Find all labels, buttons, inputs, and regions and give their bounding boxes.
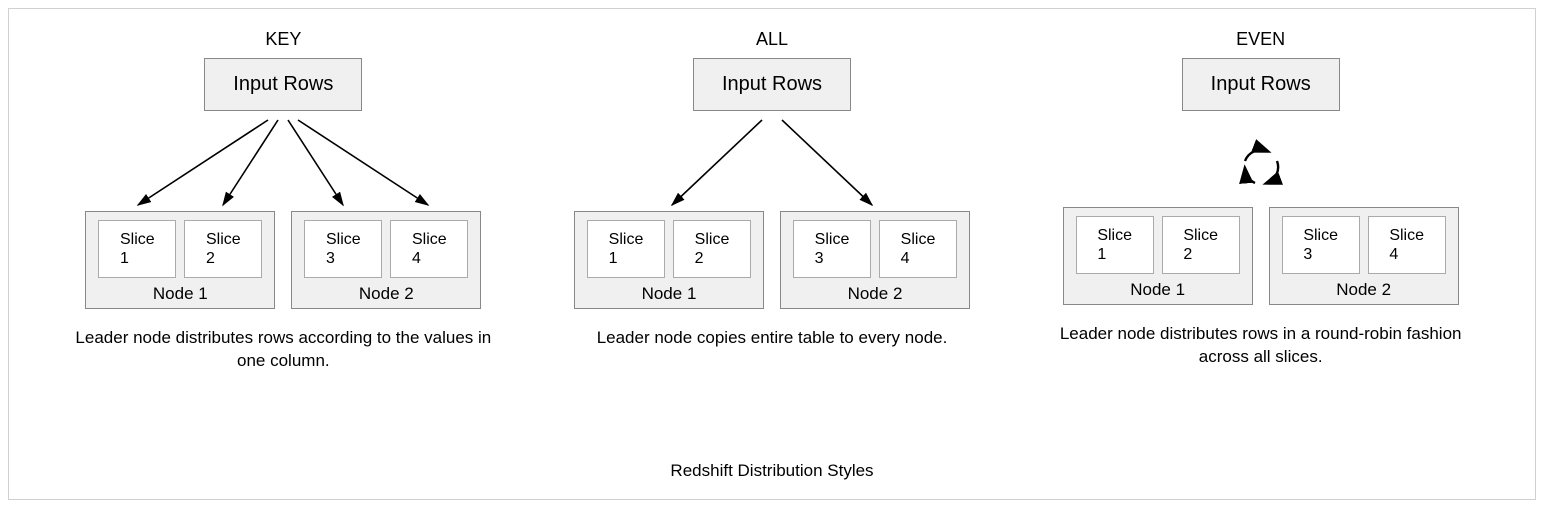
- node-label: Node 2: [848, 284, 903, 304]
- slice-box: Slice2: [1162, 216, 1240, 274]
- slice-box: Slice1: [1076, 216, 1154, 274]
- column-description: Leader node copies entire table to every…: [597, 327, 948, 350]
- node-label: Node 1: [642, 284, 697, 304]
- column-title: KEY: [265, 29, 301, 50]
- column-title: EVEN: [1236, 29, 1285, 50]
- slice-box: Slice1: [98, 220, 176, 278]
- slices-row: Slice1 Slice2: [94, 220, 266, 278]
- slices-row: Slice1 Slice2: [583, 220, 755, 278]
- slice-box: Slice2: [184, 220, 262, 278]
- nodes-row: Slice1 Slice2 Node 1 Slice3 Slice4 Node …: [574, 211, 970, 309]
- node-label: Node 1: [153, 284, 208, 304]
- column-description: Leader node distributes rows in a round-…: [1051, 323, 1471, 369]
- slice-box: Slice3: [304, 220, 382, 278]
- column-description: Leader node distributes rows according t…: [73, 327, 493, 373]
- node-box-2: Slice3 Slice4 Node 2: [1269, 207, 1459, 305]
- node-label: Node 2: [1336, 280, 1391, 300]
- node-box-1: Slice1 Slice2 Node 1: [574, 211, 764, 309]
- arrows-key: [83, 115, 483, 215]
- slices-row: Slice3 Slice4: [789, 220, 961, 278]
- node-box-2: Slice3 Slice4 Node 2: [780, 211, 970, 309]
- slices-row: Slice3 Slice4: [300, 220, 472, 278]
- slice-box: Slice2: [673, 220, 751, 278]
- column-even: EVEN Input Rows Slice1 Sl: [1016, 29, 1505, 373]
- slice-box: Slice4: [390, 220, 468, 278]
- slice-box: Slice4: [879, 220, 957, 278]
- slice-box: Slice3: [793, 220, 871, 278]
- input-rows-box: Input Rows: [204, 58, 362, 111]
- diagram-caption: Redshift Distribution Styles: [9, 461, 1535, 481]
- nodes-row: Slice1 Slice2 Node 1 Slice3 Slice4 Node …: [85, 211, 481, 309]
- arrows-all: [572, 115, 972, 215]
- diagrams-container: KEY Input Rows Slice1 Slice2: [9, 9, 1535, 373]
- slices-row: Slice3 Slice4: [1278, 216, 1450, 274]
- slice-box: Slice3: [1282, 216, 1360, 274]
- nodes-row: Slice1 Slice2 Node 1 Slice3 Slice4 Node …: [1063, 207, 1459, 305]
- column-title: ALL: [756, 29, 788, 50]
- slice-box: Slice4: [1368, 216, 1446, 274]
- node-label: Node 1: [1130, 280, 1185, 300]
- slice-box: Slice1: [587, 220, 665, 278]
- node-box-2: Slice3 Slice4 Node 2: [291, 211, 481, 309]
- slices-row: Slice1 Slice2: [1072, 216, 1244, 274]
- node-box-1: Slice1 Slice2 Node 1: [1063, 207, 1253, 305]
- node-box-1: Slice1 Slice2 Node 1: [85, 211, 275, 309]
- node-label: Node 2: [359, 284, 414, 304]
- diagram-frame: KEY Input Rows Slice1 Slice2: [8, 8, 1536, 500]
- input-rows-box: Input Rows: [1182, 58, 1340, 111]
- input-rows-box: Input Rows: [693, 58, 851, 111]
- column-all: ALL Input Rows Slice1 Slice2 Node 1: [528, 29, 1017, 373]
- round-robin-icon: [1231, 121, 1291, 209]
- column-key: KEY Input Rows Slice1 Slice2: [39, 29, 528, 373]
